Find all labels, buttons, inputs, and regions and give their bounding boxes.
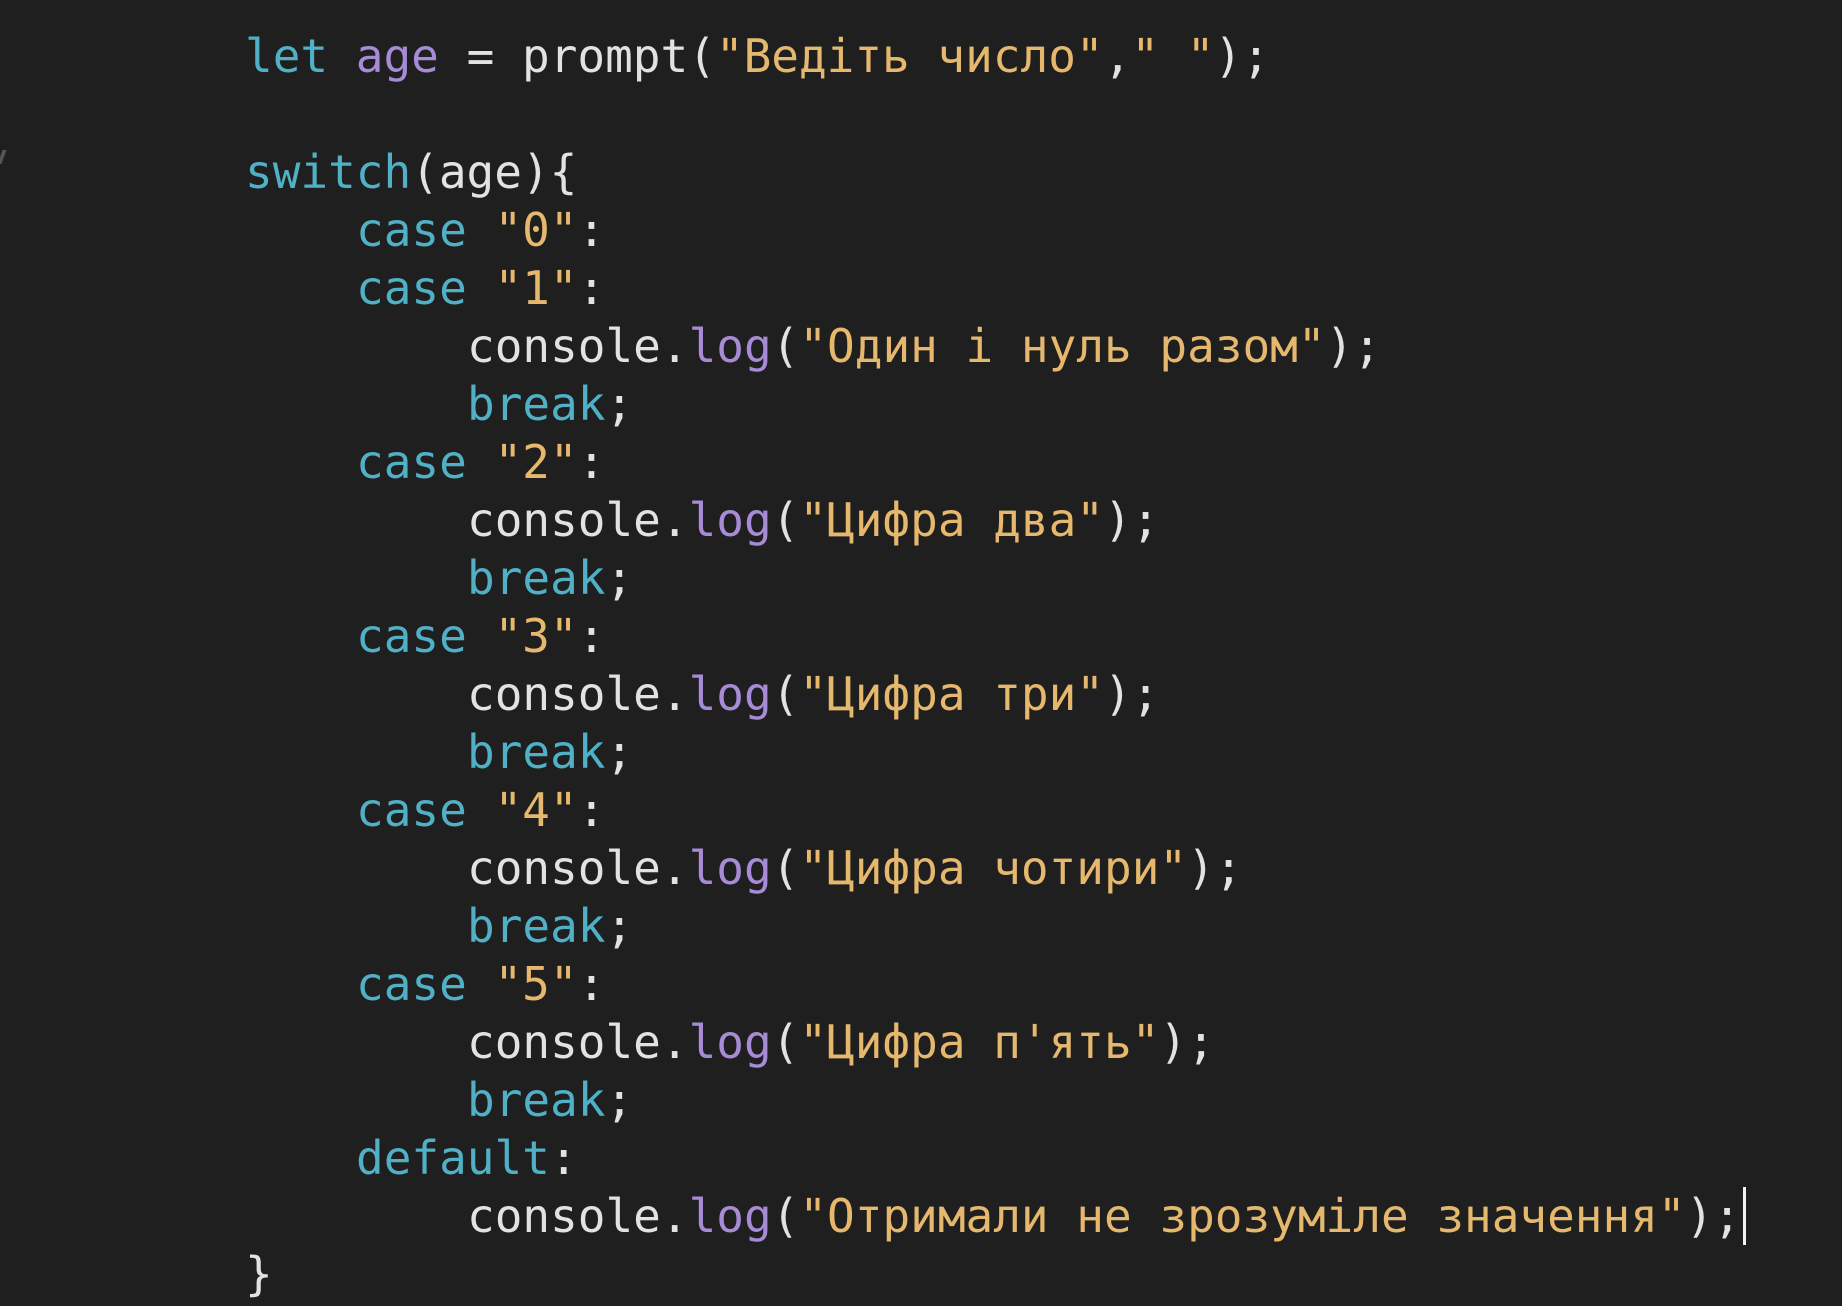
code-line-break: break; [467, 1071, 633, 1129]
function-call: prompt( [522, 29, 716, 83]
punctuation: ); [1104, 667, 1160, 721]
method: log [688, 1189, 772, 1243]
object: console. [467, 319, 689, 373]
punctuation: ( [771, 841, 800, 895]
punctuation: : [577, 609, 606, 663]
switch-expression: (age){ [411, 145, 578, 199]
code-line-log: console.log("Цифра три"); [467, 665, 1159, 723]
method: log [688, 493, 772, 547]
string-literal: "Отримали не зрозуміле значення" [799, 1189, 1686, 1243]
keyword: break [467, 1073, 606, 1127]
code-line-switch: switch(age){ [245, 143, 577, 201]
code-line-close-brace: } [245, 1245, 273, 1303]
string-literal: "Цифра три" [799, 667, 1104, 721]
punctuation: : [549, 1131, 578, 1185]
code-editor[interactable]: let age = prompt("Ведіть число"," "); sw… [0, 0, 1842, 1306]
method: log [688, 319, 772, 373]
code-line-let: let age = prompt("Ведіть число"," "); [245, 27, 1270, 85]
code-line-break: break; [467, 723, 633, 781]
keyword: break [467, 899, 606, 953]
object: console. [467, 1189, 689, 1243]
keyword: break [467, 551, 606, 605]
punctuation: ; [605, 1073, 634, 1127]
string-literal: "Цифра чотири" [799, 841, 1188, 895]
method: log [688, 1015, 772, 1069]
method: log [688, 841, 772, 895]
punctuation: ( [771, 1189, 800, 1243]
punctuation: ( [771, 319, 800, 373]
code-line-break: break; [467, 897, 633, 955]
punctuation: ; [605, 377, 634, 431]
keyword: case [356, 783, 467, 837]
operator: = [466, 29, 495, 83]
string-literal: "Цифра два" [799, 493, 1104, 547]
punctuation: : [577, 203, 606, 257]
keyword: switch [245, 145, 412, 199]
punctuation: ); [1104, 493, 1160, 547]
string-literal: "2" [494, 435, 578, 489]
code-line-case: case "5": [356, 955, 605, 1013]
punctuation: ); [1214, 29, 1270, 83]
string-literal: "0" [494, 203, 578, 257]
code-line-break: break; [467, 549, 633, 607]
punctuation: : [577, 957, 606, 1011]
string-literal: " " [1131, 29, 1215, 83]
keyword: case [356, 435, 467, 489]
keyword: let [245, 29, 329, 83]
code-line-case: case "3": [356, 607, 605, 665]
keyword: break [467, 377, 606, 431]
punctuation: ); [1685, 1189, 1741, 1243]
keyword: case [356, 203, 467, 257]
punctuation: ); [1159, 1015, 1215, 1069]
string-literal: "Один і нуль разом" [799, 319, 1326, 373]
punctuation: ; [605, 725, 634, 779]
text-cursor [1742, 1187, 1746, 1245]
punctuation: ( [771, 667, 800, 721]
code-line-case: case "4": [356, 781, 605, 839]
keyword: case [356, 957, 467, 1011]
object: console. [467, 667, 689, 721]
code-line-log: console.log("Цифра два"); [467, 491, 1159, 549]
punctuation: ; [605, 899, 634, 953]
punctuation: : [577, 783, 606, 837]
code-line-log: console.log("Отримали не зрозуміле значе… [467, 1187, 1746, 1245]
string-literal: "Цифра п'ять" [799, 1015, 1160, 1069]
keyword: default [356, 1131, 550, 1185]
keyword: case [356, 609, 467, 663]
string-literal: "Ведіть число" [715, 29, 1104, 83]
code-line-log: console.log("Цифра п'ять"); [467, 1013, 1215, 1071]
string-literal: "4" [494, 783, 578, 837]
punctuation: ); [1187, 841, 1243, 895]
punctuation: ; [605, 551, 634, 605]
keyword: case [356, 261, 467, 315]
punctuation: , [1103, 29, 1132, 83]
punctuation: } [245, 1247, 273, 1301]
object: console. [467, 841, 689, 895]
punctuation: ); [1325, 319, 1381, 373]
code-line-break: break; [467, 375, 633, 433]
punctuation: : [577, 261, 606, 315]
punctuation: ( [771, 1015, 800, 1069]
code-line-case: case "0": [356, 201, 605, 259]
string-literal: "3" [494, 609, 578, 663]
code-line-log: console.log("Один і нуль разом"); [467, 317, 1381, 375]
object: console. [467, 1015, 689, 1069]
method: log [688, 667, 772, 721]
punctuation: ( [771, 493, 800, 547]
variable: age [355, 29, 439, 83]
code-line-case: case "2": [356, 433, 605, 491]
keyword: break [467, 725, 606, 779]
code-line-case: case "1": [356, 259, 605, 317]
string-literal: "1" [494, 261, 578, 315]
punctuation: : [577, 435, 606, 489]
code-line-log: console.log("Цифра чотири"); [467, 839, 1242, 897]
fold-marker [0, 150, 7, 164]
code-line-default: default: [356, 1129, 578, 1187]
string-literal: "5" [494, 957, 578, 1011]
object: console. [467, 493, 689, 547]
